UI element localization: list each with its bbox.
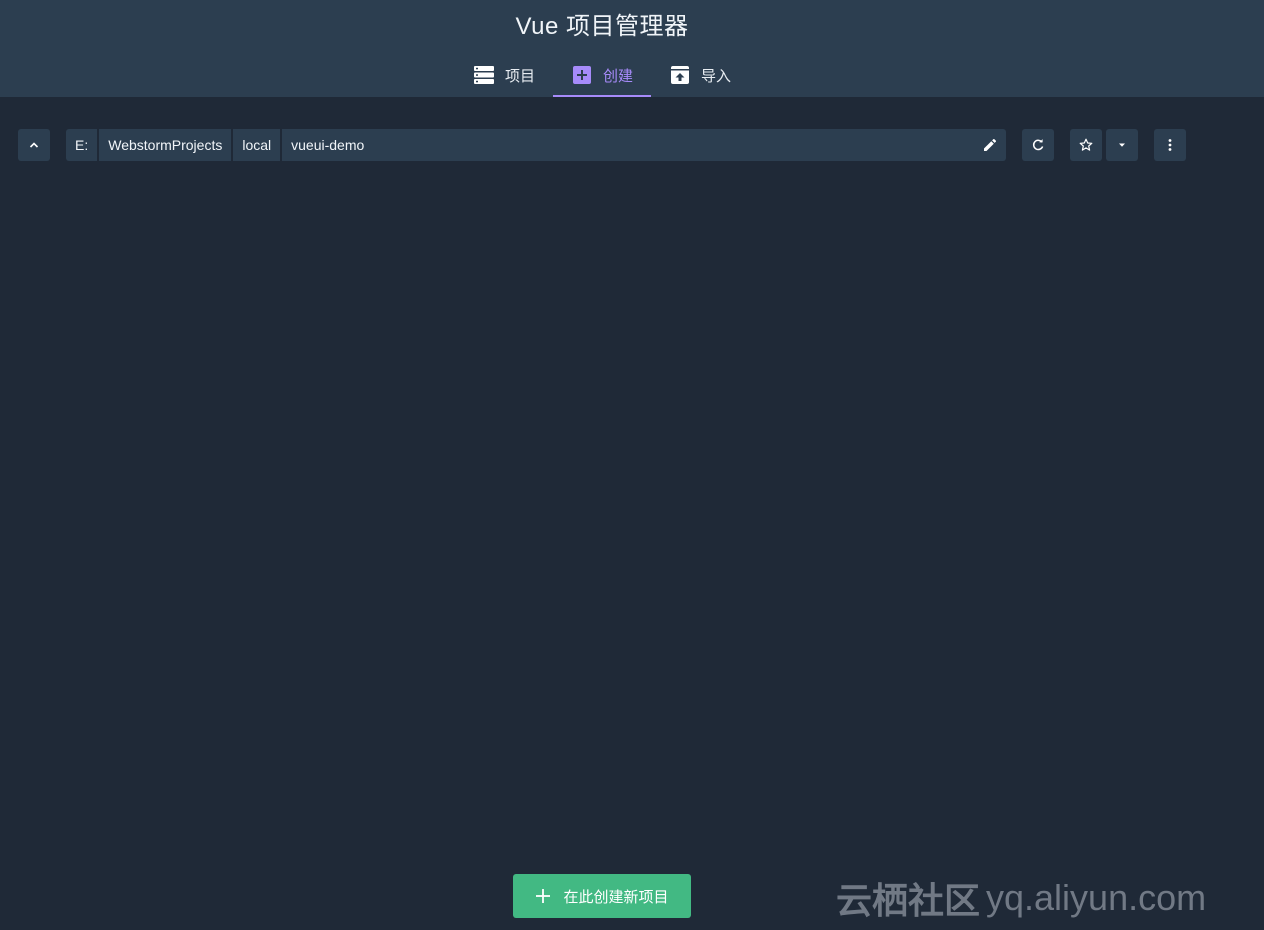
tab-projects-label: 项目 bbox=[504, 67, 535, 85]
path-segment-current[interactable]: vueui-demo bbox=[282, 129, 1006, 161]
caret-down-icon bbox=[1119, 143, 1125, 147]
vue-project-manager: Vue 项目管理器 项目 创建 导入 E: WebstormProjects l… bbox=[0, 0, 1264, 930]
chevron-up-icon bbox=[29, 142, 39, 148]
refresh-icon bbox=[1032, 139, 1044, 151]
refresh-button[interactable] bbox=[1022, 129, 1054, 161]
favorites-menu-button[interactable] bbox=[1106, 129, 1138, 161]
plus-icon bbox=[536, 889, 551, 903]
tab-projects[interactable]: 项目 bbox=[455, 55, 553, 97]
path-segment-webstormprojects[interactable]: WebstormProjects bbox=[99, 129, 232, 161]
unarchive-icon bbox=[671, 66, 689, 84]
create-project-label: 在此创建新项目 bbox=[563, 888, 669, 906]
path-breadcrumb: E: WebstormProjects local vueui-demo bbox=[66, 129, 1006, 161]
tab-import[interactable]: 导入 bbox=[651, 55, 749, 97]
star-icon bbox=[1079, 138, 1093, 151]
current-folder-label: vueui-demo bbox=[291, 137, 365, 153]
create-project-here-button[interactable]: 在此创建新项目 bbox=[513, 874, 691, 918]
tab-create-label: 创建 bbox=[602, 67, 633, 85]
watermark-en: yq.aliyun.com bbox=[986, 877, 1207, 918]
more-options-button[interactable] bbox=[1154, 129, 1186, 161]
page-title: Vue 项目管理器 bbox=[515, 13, 689, 40]
watermark-cn: 云栖社区 bbox=[836, 880, 981, 921]
top-bar: Vue 项目管理器 项目 创建 导入 bbox=[0, 0, 1264, 97]
favorite-button[interactable] bbox=[1070, 129, 1102, 161]
watermark: 云栖社区 yq.aliyun.com bbox=[836, 874, 1206, 922]
more-vert-icon bbox=[1168, 139, 1172, 151]
path-segment-local[interactable]: local bbox=[233, 129, 281, 161]
path-segment-drive[interactable]: E: bbox=[66, 129, 98, 161]
tab-import-label: 导入 bbox=[701, 67, 732, 85]
add-box-icon bbox=[572, 66, 591, 84]
pencil-icon[interactable] bbox=[982, 137, 998, 153]
folder-explorer-toolbar: E: WebstormProjects local vueui-demo bbox=[0, 129, 1264, 161]
parent-folder-button[interactable] bbox=[18, 129, 50, 161]
tab-create[interactable]: 创建 bbox=[552, 55, 651, 97]
list-icon bbox=[473, 66, 494, 84]
main-tabs: 项目 创建 导入 bbox=[0, 55, 1204, 97]
